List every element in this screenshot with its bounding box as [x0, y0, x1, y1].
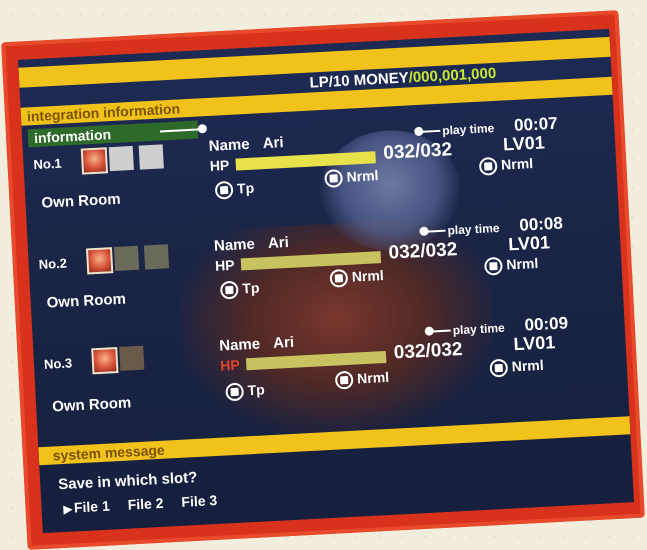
character-name: Ari: [272, 333, 295, 352]
tp-label: Tp: [241, 279, 260, 297]
file-option-3[interactable]: File 3: [181, 492, 218, 510]
cursor-arrow-icon: ▶: [63, 503, 73, 517]
slot-number: No.3: [43, 355, 73, 372]
empty-item-box-icon: [138, 144, 164, 170]
playtime-label: play time: [452, 320, 506, 338]
playtime-value: 00:07: [513, 113, 559, 135]
file-option-1[interactable]: ▶File 1: [63, 498, 110, 516]
name-label: Name: [208, 135, 251, 155]
empty-item-box-icon: [119, 345, 145, 371]
nrml-label: Nrml: [351, 266, 385, 285]
nrml-radio-icon[interactable]: [334, 370, 354, 390]
nrml-label: Nrml: [511, 356, 545, 375]
empty-item-box-icon: [143, 244, 170, 270]
slot-location: Own Room: [46, 290, 127, 312]
name-label: Name: [213, 235, 256, 255]
playtime-line: [430, 329, 451, 333]
file-choice-row: ▶File 1 File 2 File 3: [63, 492, 217, 516]
nrml-radio-icon[interactable]: [478, 156, 498, 176]
information-dot: [197, 124, 208, 134]
nrml-radio-icon[interactable]: [329, 268, 349, 288]
system-prompt: Save in which slot?: [57, 469, 198, 494]
tp-radio-icon[interactable]: [214, 180, 234, 200]
hp-value: 032/032: [382, 139, 453, 164]
slot-number: No.1: [33, 155, 63, 173]
file-option-2[interactable]: File 2: [127, 495, 164, 513]
money-label: MONEY: [353, 69, 410, 90]
tp-label: Tp: [236, 179, 255, 197]
hp-value: 032/032: [393, 338, 464, 364]
nrml-radio-icon[interactable]: [489, 358, 509, 378]
nrml-label: Nrml: [346, 167, 379, 185]
hp-label: HP: [209, 156, 230, 174]
playtime-value: 00:08: [518, 213, 564, 235]
character-portrait-icon: [80, 147, 109, 175]
slot-location: Own Room: [41, 190, 122, 212]
character-name: Ari: [267, 233, 290, 252]
nrml-label: Nrml: [356, 368, 390, 387]
empty-item-box-icon: [113, 245, 140, 272]
nrml-radio-icon[interactable]: [324, 169, 344, 188]
character-name: Ari: [262, 134, 284, 153]
slot-location: Own Room: [51, 394, 132, 416]
hp-bar: [245, 350, 387, 371]
lp-value: LP/10: [309, 72, 351, 92]
character-portrait-icon: [85, 247, 114, 275]
empty-item-box-icon: [108, 145, 134, 172]
hp-label: HP: [219, 356, 241, 374]
slot-number: No.2: [38, 255, 68, 273]
hp-label: HP: [214, 256, 235, 274]
level: LV01: [507, 232, 551, 255]
game-screen: LP/10 MONEY/000,001,000 integration info…: [18, 28, 634, 534]
nrml-label: Nrml: [500, 155, 534, 173]
tp-radio-icon[interactable]: [219, 280, 239, 300]
hp-value: 032/032: [388, 239, 458, 264]
character-portrait-icon: [91, 347, 119, 375]
tp-label: Tp: [247, 381, 266, 399]
nrml-radio-icon[interactable]: [483, 256, 503, 276]
tp-radio-icon[interactable]: [225, 382, 245, 402]
level: LV01: [502, 132, 546, 155]
name-label: Name: [218, 335, 261, 355]
playtime-label: play time: [447, 220, 500, 238]
playtime-value: 00:09: [524, 313, 569, 335]
level: LV01: [513, 332, 556, 355]
playtime-label: play time: [441, 120, 495, 138]
playtime-line: [425, 229, 446, 233]
playtime-line: [420, 129, 441, 133]
nrml-label: Nrml: [505, 254, 539, 273]
